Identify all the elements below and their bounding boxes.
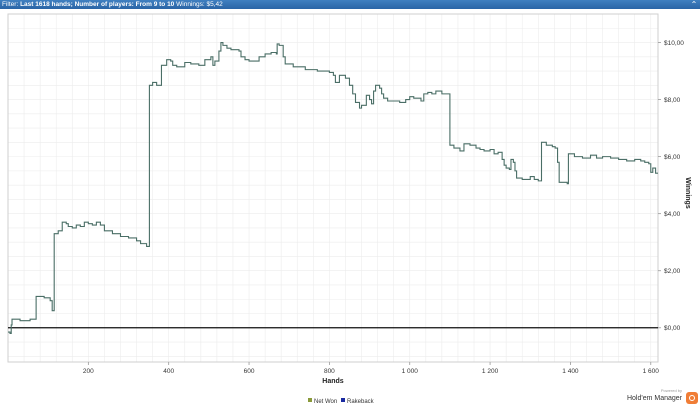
logo-powered-by: Powered by xyxy=(660,388,682,393)
y-tick-label: $10,00 xyxy=(664,40,684,47)
x-tick-label: 1 600 xyxy=(643,368,660,375)
logo-name: Hold'em Manager xyxy=(626,395,682,402)
y-axis-ticks: $0,00 $2,00 $4,00 $6,00 $8,00 $10,00 xyxy=(658,40,684,332)
legend-swatch-net-won xyxy=(308,398,312,402)
x-tick-label: 200 xyxy=(83,368,94,375)
grid xyxy=(8,13,658,362)
x-axis-label: Hands xyxy=(322,378,344,385)
y-tick-label: $8,00 xyxy=(664,97,681,104)
y-axis-label: Winnings xyxy=(684,177,691,209)
x-tick-label: 600 xyxy=(244,368,255,375)
series-line-net-won xyxy=(8,41,658,335)
y-tick-label: $2,00 xyxy=(664,268,681,275)
y-tick-label: $0,00 xyxy=(664,325,681,332)
filter-label: Filter: xyxy=(2,1,21,8)
filter-text: Last 1618 hands; Number of players: From… xyxy=(20,1,175,8)
y-tick-label: $4,00 xyxy=(664,211,681,218)
legend-label-rakeback: Rakeback xyxy=(347,399,375,405)
logo-mark-icon xyxy=(686,392,698,404)
holdem-manager-logo: Powered by Hold'em Manager xyxy=(626,388,698,406)
series xyxy=(8,41,658,335)
y-tick-label: $6,00 xyxy=(664,154,681,161)
collapse-chevron-icon[interactable]: ⌃ xyxy=(690,0,698,9)
winnings-graph: 200 400 600 800 1 000 1 200 1 400 1 600 $0,00 $2… xyxy=(7,13,691,405)
legend-label-net-won: Net Won xyxy=(314,399,337,405)
x-tick-label: 800 xyxy=(324,368,335,375)
x-tick-label: 1 200 xyxy=(482,368,499,375)
x-axis-ticks: 200 400 600 800 1 000 1 200 1 400 1 600 xyxy=(83,362,659,375)
plot-area-border xyxy=(7,13,659,363)
legend: Net Won Rakeback xyxy=(308,398,375,405)
filter-bar: Filter: Last 1618 hands; Number of playe… xyxy=(0,0,700,9)
legend-swatch-rakeback xyxy=(341,398,345,402)
x-tick-label: 1 400 xyxy=(562,368,579,375)
winnings-summary: Winnings: $5,42 xyxy=(174,1,223,8)
x-tick-label: 1 000 xyxy=(402,368,419,375)
x-tick-label: 400 xyxy=(163,368,174,375)
